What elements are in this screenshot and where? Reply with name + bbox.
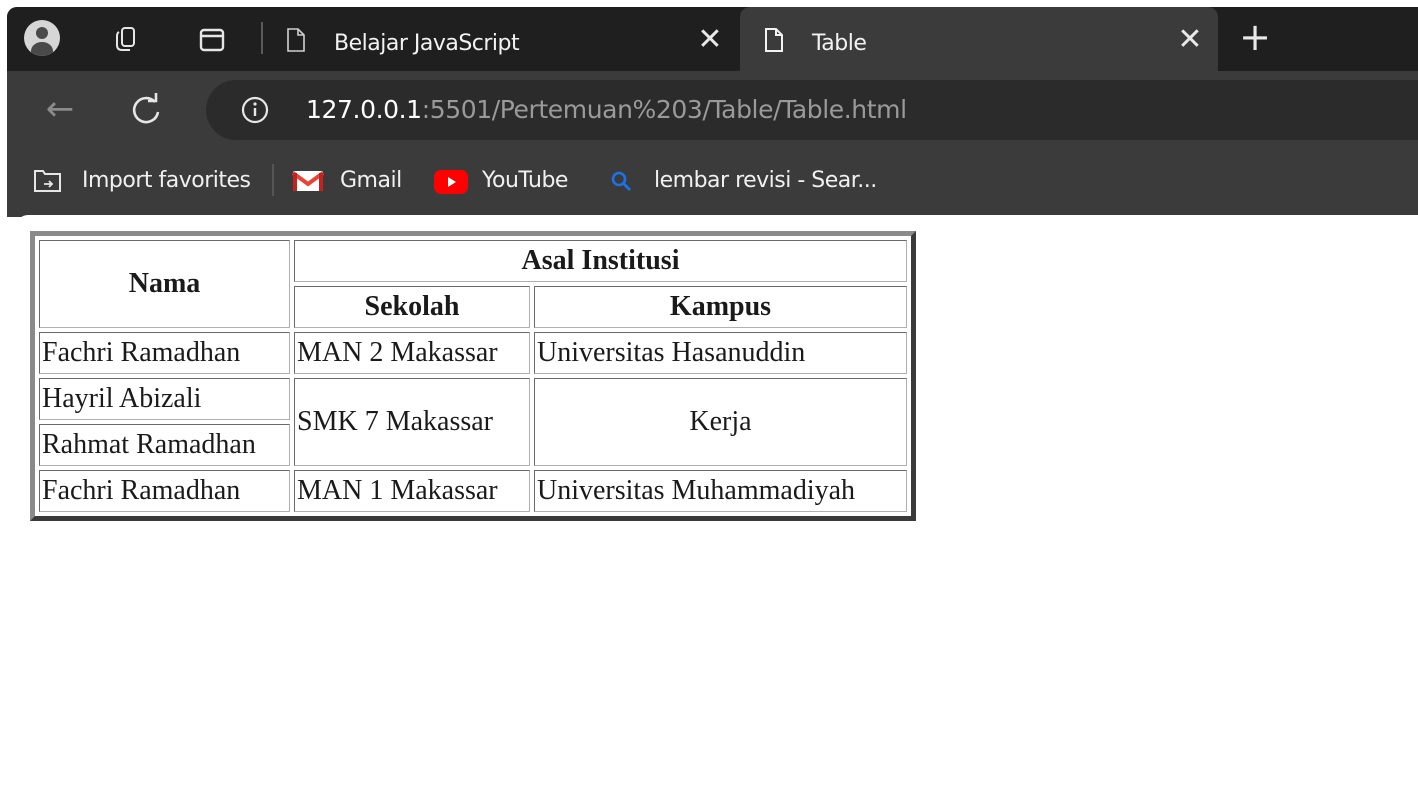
import-favorites-icon xyxy=(34,170,61,192)
close-tab-icon[interactable]: ✕ xyxy=(1176,25,1204,55)
workspaces-icon[interactable] xyxy=(114,26,140,52)
vertical-tabs-icon[interactable] xyxy=(199,27,225,53)
header-kampus: Kampus xyxy=(534,286,907,328)
cell-kampus: Universitas Hasanuddin xyxy=(534,332,907,374)
institution-table: Nama Asal Institusi Sekolah Kampus Fachr… xyxy=(30,231,916,521)
favorite-lembar-revisi[interactable]: lembar revisi - Sear... xyxy=(610,165,880,195)
header-nama: Nama xyxy=(39,240,290,328)
cell-kampus: Universitas Muhammadiyah xyxy=(534,470,907,512)
page-icon xyxy=(765,28,783,52)
table-row: Fachri Ramadhan MAN 1 Makassar Universit… xyxy=(39,470,907,512)
site-info-icon[interactable] xyxy=(240,95,270,125)
cell-kampus: Kerja xyxy=(534,378,907,466)
cell-sekolah: MAN 1 Makassar xyxy=(294,470,530,512)
url-host: 127.0.0.1 xyxy=(306,95,422,124)
tab-strip-divider xyxy=(261,22,263,54)
favorite-gmail[interactable]: Gmail xyxy=(292,165,404,195)
url-text[interactable]: 127.0.0.1:5501/Pertemuan%203/Table/Table… xyxy=(306,95,907,124)
tab-belajar-javascript[interactable]: Belajar JavaScript ✕ xyxy=(272,7,738,71)
cell-nama: Rahmat Ramadhan xyxy=(39,424,290,466)
cell-nama: Hayril Abizali xyxy=(39,378,290,420)
tab-table[interactable]: Table ✕ xyxy=(740,7,1218,71)
profile-avatar-icon[interactable] xyxy=(24,20,60,56)
back-button[interactable]: ← xyxy=(40,90,80,130)
url-path: :5501/Pertemuan%203/Table/Table.html xyxy=(421,95,907,124)
new-tab-button[interactable]: + xyxy=(1238,18,1272,56)
page-icon xyxy=(287,28,305,52)
favorite-label: Import favorites xyxy=(82,168,251,193)
favorite-label: Gmail xyxy=(340,168,402,193)
table-row: Fachri Ramadhan MAN 2 Makassar Universit… xyxy=(39,332,907,374)
tab-title: Table xyxy=(812,31,867,56)
favorite-label: YouTube xyxy=(482,168,568,193)
cell-sekolah: MAN 2 Makassar xyxy=(294,332,530,374)
search-icon xyxy=(611,171,631,191)
gmail-icon xyxy=(292,171,324,191)
header-sekolah: Sekolah xyxy=(294,286,530,328)
tab-title: Belajar JavaScript xyxy=(334,31,520,56)
favorite-youtube[interactable]: YouTube xyxy=(434,165,580,195)
cell-nama: Fachri Ramadhan xyxy=(39,332,290,374)
header-asal-institusi: Asal Institusi xyxy=(294,240,907,282)
table-header-row: Nama Asal Institusi xyxy=(39,240,907,328)
browser-window: Belajar JavaScript ✕ Table ✕ + ← 127.0.0… xyxy=(0,0,1418,811)
refresh-icon[interactable] xyxy=(126,90,166,130)
close-tab-icon[interactable]: ✕ xyxy=(696,25,724,55)
favorite-label: lembar revisi - Sear... xyxy=(654,168,877,193)
favorites-divider xyxy=(272,164,274,196)
cell-nama: Fachri Ramadhan xyxy=(39,470,290,512)
cell-sekolah: SMK 7 Makassar xyxy=(294,378,530,466)
youtube-icon xyxy=(434,170,468,194)
table-row: Hayril Abizali SMK 7 Makassar Kerja xyxy=(39,378,907,466)
favorite-import-favorites[interactable]: Import favorites xyxy=(32,165,254,195)
